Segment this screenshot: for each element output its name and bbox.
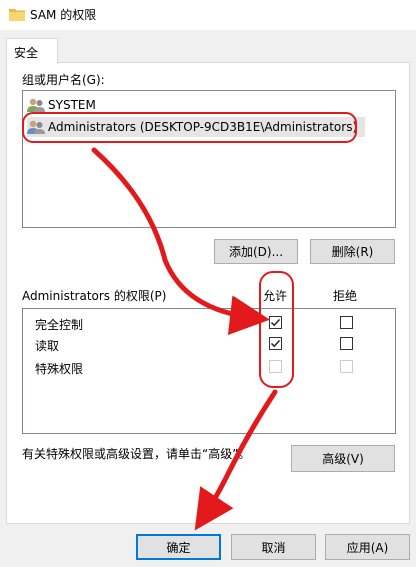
deny-checkbox-read[interactable] [340, 337, 353, 350]
remove-button[interactable]: 删除(R) [310, 239, 395, 264]
group-list-label: 组或用户名(G): [22, 73, 105, 87]
deny-column-header: 拒绝 [333, 289, 358, 303]
window-title: SAM 的权限 [30, 8, 97, 22]
advanced-button[interactable]: 高级(V) [291, 445, 395, 472]
cancel-button[interactable]: 取消 [231, 534, 316, 560]
tab-security-label: 安全 [14, 46, 39, 60]
tab-security[interactable]: 安全 [6, 38, 58, 64]
permissions-list: 完全控制 读取 特殊权限 [22, 308, 396, 434]
permission-name: 特殊权限 [35, 362, 84, 376]
highlight-administrators [22, 112, 357, 143]
deny-checkbox-full-control[interactable] [340, 316, 353, 329]
permission-name: 读取 [35, 339, 60, 353]
deny-checkbox-special [340, 360, 353, 373]
permissions-title: Administrators 的权限(P) [22, 289, 167, 303]
user-list[interactable]: SYSTEM Administrators (DESKTOP-9CD3B1E\A… [22, 90, 396, 228]
title-bar: SAM 的权限 [0, 0, 416, 30]
ok-button[interactable]: 确定 [136, 534, 221, 560]
users-icon [27, 98, 45, 112]
apply-button[interactable]: 应用(A) [325, 534, 410, 560]
advanced-hint: 有关特殊权限或高级设置，请单击“高级”。 [22, 447, 251, 461]
permission-name: 完全控制 [35, 318, 84, 332]
highlight-allow-column [259, 271, 294, 388]
list-item-label: SYSTEM [48, 98, 96, 112]
folder-icon [9, 9, 25, 21]
add-button[interactable]: 添加(D)... [214, 239, 298, 264]
